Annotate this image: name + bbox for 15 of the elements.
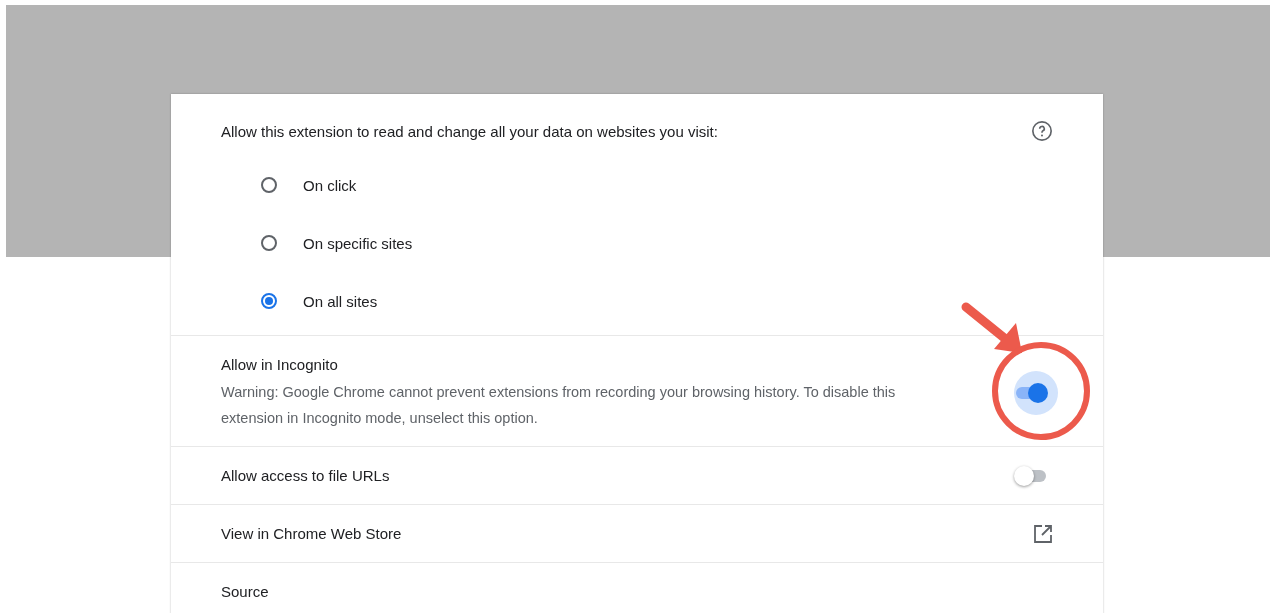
- toggle-switch[interactable]: [1014, 371, 1058, 415]
- annotation-arrow: [961, 302, 1022, 353]
- setting-description: Warning: Google Chrome cannot prevent extensions from recording your browsing history. To disable this extension in Incognito mode, unselect this option.: [221, 382, 897, 428]
- radio-button[interactable]: [261, 235, 277, 251]
- radio-option[interactable]: On specific sites: [261, 214, 1053, 272]
- help-icon[interactable]: [1031, 120, 1053, 142]
- site-access-prompt: Allow this extension to read and change all your data on websites you visit:: [221, 122, 718, 140]
- setting-label: Source: [221, 583, 269, 600]
- radio-button[interactable]: [261, 293, 277, 309]
- setting-label: Allow in Incognito: [221, 355, 339, 373]
- setting-label: Allow access to file URLs: [221, 467, 390, 484]
- setting-label: View in Chrome Web Store: [221, 525, 402, 542]
- radio-option[interactable]: On click: [261, 156, 1053, 214]
- radio-button[interactable]: [261, 177, 277, 193]
- external-link-icon[interactable]: [1033, 523, 1053, 544]
